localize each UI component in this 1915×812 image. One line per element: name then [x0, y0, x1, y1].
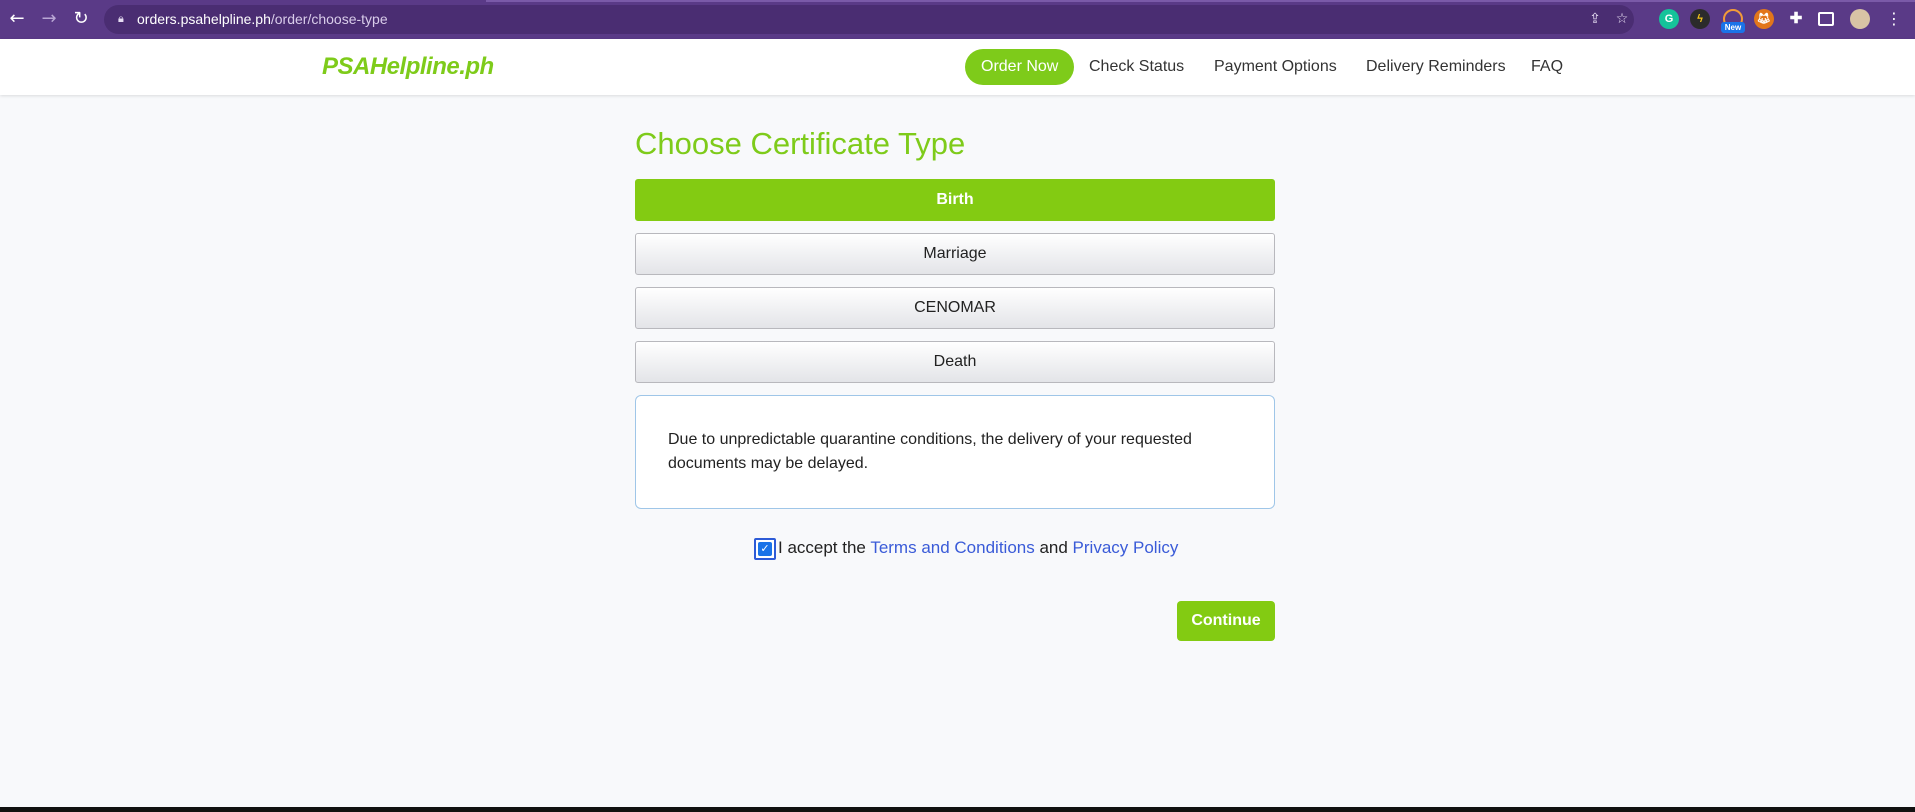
type-birth-button[interactable]: Birth: [635, 179, 1275, 221]
forward-arrow-icon[interactable]: →: [38, 8, 60, 30]
nav-payment-options[interactable]: Payment Options: [1214, 49, 1337, 85]
page-title: Choose Certificate Type: [635, 126, 966, 161]
site-logo[interactable]: PSAHelpline.ph: [322, 53, 494, 81]
type-death-button[interactable]: Death: [635, 341, 1275, 383]
new-badge: New: [1721, 22, 1745, 33]
window-bottom-edge: [0, 807, 1915, 812]
extensions-puzzle-icon[interactable]: ✚: [1786, 9, 1806, 29]
accept-middle: and: [1034, 538, 1073, 557]
type-cenomar-button[interactable]: CENOMAR: [635, 287, 1275, 329]
continue-button[interactable]: Continue: [1177, 601, 1275, 641]
delivery-notice: Due to unpredictable quarantine conditio…: [635, 395, 1275, 509]
address-url[interactable]: orders.psahelpline.ph/order/choose-type: [137, 11, 388, 27]
accept-terms-label: I accept the Terms and Conditions and Pr…: [778, 538, 1178, 558]
nav-faq[interactable]: FAQ: [1531, 49, 1563, 85]
browser-menu-icon[interactable]: ⋮: [1883, 8, 1905, 30]
reload-icon[interactable]: ↻: [70, 8, 92, 30]
nav-delivery-reminders[interactable]: Delivery Reminders: [1366, 49, 1506, 85]
lock-icon: 🔒︎: [118, 12, 124, 25]
share-icon[interactable]: ⇪: [1585, 9, 1605, 29]
accept-terms-checkbox[interactable]: ✓: [754, 538, 776, 560]
url-path: /order/choose-type: [270, 11, 388, 27]
metamask-fox-icon[interactable]: 🦊︎: [1754, 9, 1774, 29]
checkmark-icon: ✓: [758, 542, 772, 556]
extension-lightning-icon[interactable]: ϟ: [1690, 9, 1710, 29]
privacy-link[interactable]: Privacy Policy: [1073, 538, 1179, 557]
tab-strip-edge: [486, 0, 1915, 2]
nav-check-status[interactable]: Check Status: [1089, 49, 1184, 85]
profile-avatar[interactable]: [1850, 9, 1870, 29]
accept-prefix: I accept the: [778, 538, 871, 557]
notice-text: Due to unpredictable quarantine conditio…: [668, 431, 1192, 472]
side-panel-icon[interactable]: [1818, 12, 1834, 26]
url-host: orders.psahelpline.ph: [137, 11, 271, 27]
bookmark-star-icon[interactable]: ☆: [1612, 9, 1632, 29]
site-header: PSAHelpline.ph Order Now Check Status Pa…: [0, 39, 1915, 95]
back-arrow-icon[interactable]: ←: [6, 8, 28, 30]
grammarly-extension-icon[interactable]: G: [1659, 9, 1679, 29]
browser-toolbar: ← → ↻ 🔒︎ orders.psahelpline.ph/order/cho…: [0, 0, 1915, 39]
nav-order-now[interactable]: Order Now: [965, 49, 1075, 85]
type-marriage-button[interactable]: Marriage: [635, 233, 1275, 275]
terms-link[interactable]: Terms and Conditions: [870, 538, 1034, 557]
address-bar[interactable]: 🔒︎ orders.psahelpline.ph/order/choose-ty…: [104, 5, 1634, 34]
